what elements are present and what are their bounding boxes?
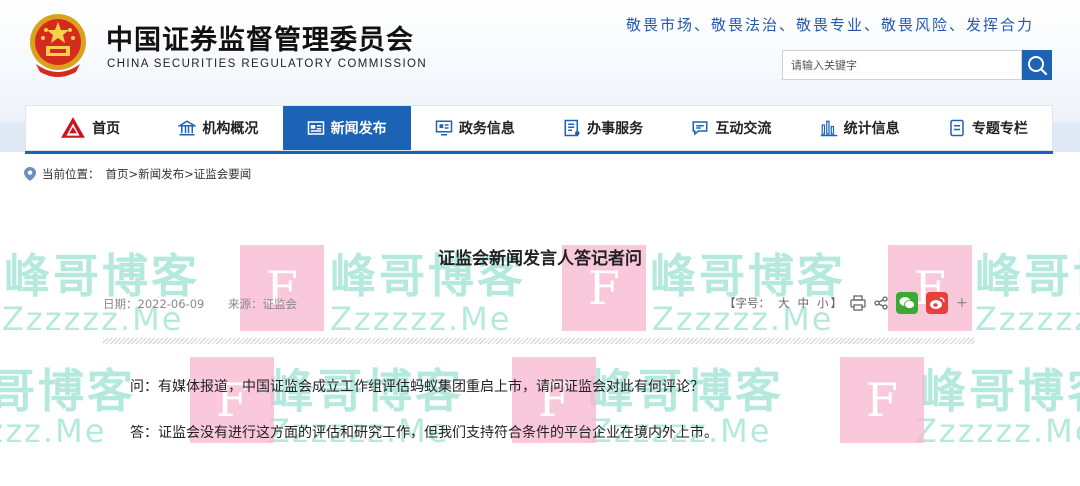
- date-value: 2022-06-09: [137, 297, 205, 311]
- chat-icon: [692, 121, 708, 136]
- nav-item-statistics[interactable]: 统计信息: [796, 106, 924, 150]
- breadcrumb-path[interactable]: 首页>新闻发布>证监会要闻: [106, 166, 252, 182]
- share-icon[interactable]: [874, 296, 888, 310]
- nav-label: 机构概况: [202, 121, 259, 137]
- main-nav: 首页 机构概况 新闻发布 政务信息 办事服务 互动交流 统计信息 专题专栏: [25, 105, 1053, 151]
- nav-label: 首页: [92, 121, 121, 137]
- weibo-share-button[interactable]: [926, 292, 948, 314]
- font-size-medium[interactable]: 中: [798, 295, 810, 311]
- breadcrumb: 当前位置： 首页>新闻发布>证监会要闻: [24, 166, 251, 182]
- font-size-small[interactable]: 小: [817, 295, 829, 311]
- article-tools: 【字号： 大 中 小 】 +: [724, 291, 968, 315]
- nav-label: 新闻发布: [330, 121, 387, 137]
- nav-item-organization[interactable]: 机构概况: [154, 106, 282, 150]
- nav-item-home[interactable]: 首页: [26, 106, 154, 150]
- source-value: 证监会: [262, 297, 298, 311]
- source-label: 来源：: [228, 297, 263, 311]
- breadcrumb-prefix: 当前位置：: [42, 167, 100, 181]
- weibo-icon: [930, 297, 945, 309]
- font-size-close: 】: [830, 296, 843, 310]
- list-icon: [950, 119, 964, 137]
- article-source: 来源：证监会: [228, 297, 297, 311]
- font-size-label: 【字号：: [724, 296, 770, 310]
- nav-underline: [25, 151, 1053, 154]
- article-divider: [103, 338, 975, 344]
- monitor-icon: [435, 120, 453, 136]
- font-size-large[interactable]: 大: [778, 295, 790, 311]
- article-question: 问：有媒体报道，中国证监会成立工作组评估蚂蚁集团重启上市，请问证监会对此有何评论…: [130, 379, 704, 395]
- site-title-english: CHINA SECURITIES REGULATORY COMMISSION: [107, 58, 428, 70]
- article-answer: 答：证监会没有进行这方面的评估和研究工作，但我们支持符合条件的平台企业在境内外上…: [130, 425, 718, 441]
- site-slogan: 敬畏市场、敬畏法治、敬畏专业、敬畏风险、发挥合力: [625, 16, 1034, 34]
- search-icon: [1028, 56, 1048, 76]
- article-meta: 日期：2022-06-09 来源：证监会: [103, 296, 317, 312]
- search-box: [782, 50, 1052, 80]
- location-pin-icon: [24, 167, 36, 181]
- national-emblem-icon: [30, 14, 86, 77]
- article-title: 证监会新闻发言人答记者问: [438, 249, 642, 269]
- nav-label: 专题专栏: [971, 121, 1028, 137]
- article-date: 日期：2022-06-09: [103, 297, 204, 311]
- document-icon: [564, 119, 580, 137]
- newspaper-icon: [307, 121, 324, 135]
- nav-label: 互动交流: [715, 121, 772, 137]
- home-logo-icon: [61, 117, 86, 138]
- print-icon[interactable]: [850, 295, 866, 311]
- nav-item-topics[interactable]: 专题专栏: [924, 106, 1052, 150]
- bar-chart-icon: [820, 120, 837, 137]
- nav-item-news[interactable]: 新闻发布: [282, 106, 411, 150]
- nav-label: 办事服务: [587, 121, 644, 137]
- nav-label: 政务信息: [458, 121, 515, 137]
- search-input[interactable]: [782, 50, 1022, 80]
- nav-item-interaction[interactable]: 互动交流: [667, 106, 795, 150]
- nav-item-services[interactable]: 办事服务: [539, 106, 667, 150]
- site-title: 中国证券监督管理委员会: [106, 25, 414, 56]
- nav-label: 统计信息: [843, 121, 900, 137]
- search-button[interactable]: [1022, 50, 1052, 80]
- wechat-share-button[interactable]: [896, 292, 918, 314]
- wechat-icon: [899, 297, 915, 309]
- nav-item-government-info[interactable]: 政务信息: [411, 106, 539, 150]
- date-label: 日期：: [103, 297, 138, 311]
- building-icon: [178, 120, 197, 136]
- more-share-button[interactable]: +: [956, 295, 968, 311]
